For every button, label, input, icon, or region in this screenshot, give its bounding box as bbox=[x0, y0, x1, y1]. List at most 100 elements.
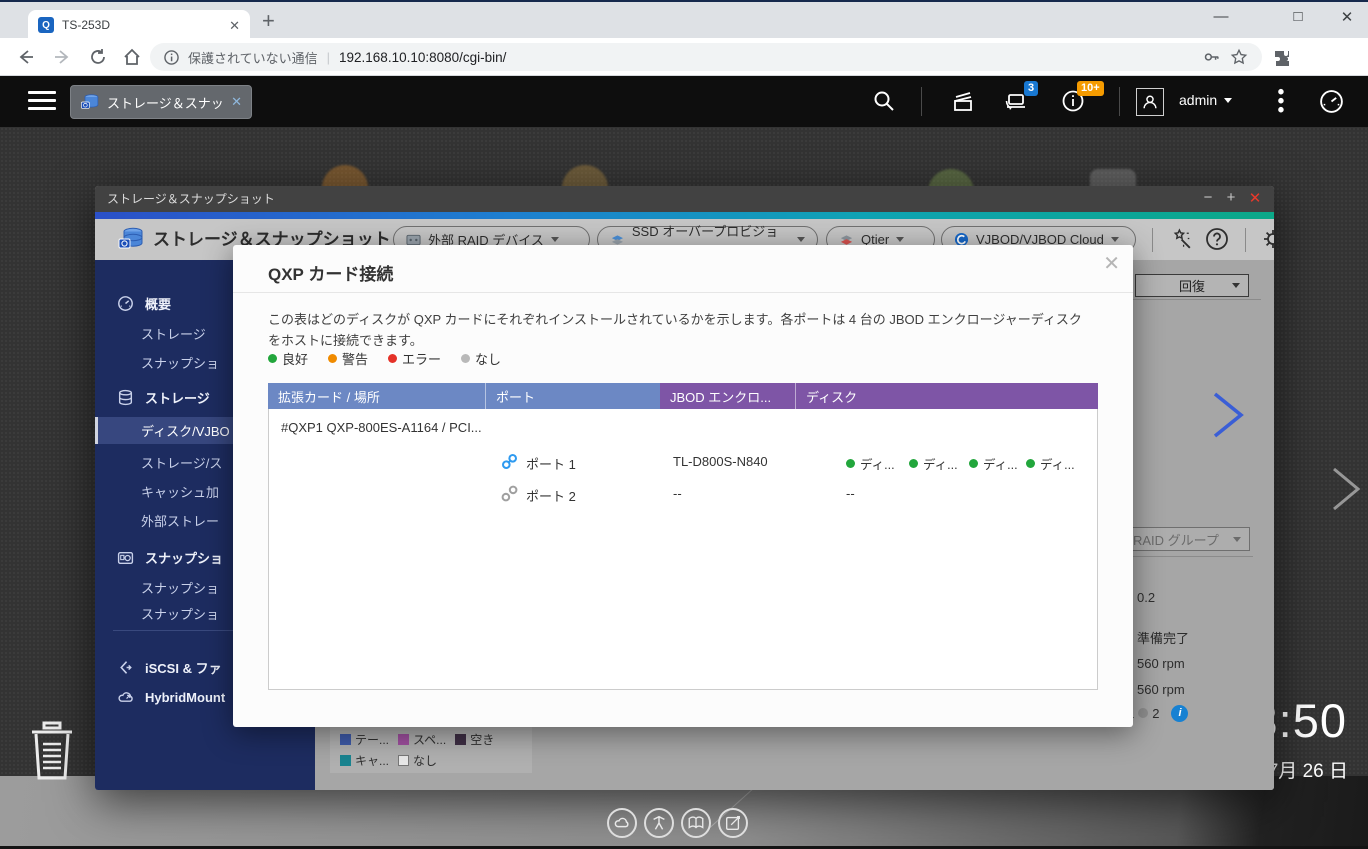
sidebar-label: ストレージ/ス bbox=[141, 453, 222, 472]
open-app-tab-label: ストレージ＆スナッ... bbox=[107, 93, 224, 112]
legend-label: なし bbox=[413, 752, 437, 769]
home-icon[interactable] bbox=[122, 47, 142, 67]
snapshot-camera-icon bbox=[117, 549, 134, 566]
titlebar-gradient bbox=[95, 212, 1274, 219]
window-titlebar[interactable]: ストレージ＆スナップショット − + ✕ bbox=[95, 186, 1274, 212]
hybridmount-cloud-icon bbox=[117, 689, 134, 706]
user-menu[interactable]: admin bbox=[1179, 92, 1232, 108]
sidebar-label: ストレージ bbox=[141, 324, 206, 343]
disk-label: ディ... bbox=[923, 454, 958, 473]
next-page-arrow-icon[interactable] bbox=[1207, 390, 1249, 440]
legend-item: スペ... bbox=[398, 731, 446, 748]
myqnapcloud-icon[interactable] bbox=[607, 808, 637, 838]
legend-label: 警告 bbox=[342, 349, 368, 368]
column-card[interactable]: 拡張カード / 場所 bbox=[268, 383, 485, 409]
port1-name: ポート 1 bbox=[526, 454, 576, 473]
disk-label: ディ... bbox=[983, 454, 1018, 473]
sidebar-label: スナップショ bbox=[141, 578, 219, 597]
disk-number: 2 bbox=[1152, 706, 1159, 721]
port2-jbod: -- bbox=[673, 486, 682, 501]
column-disk[interactable]: ディスク bbox=[795, 383, 1098, 409]
settings-gear-icon[interactable] bbox=[1261, 227, 1274, 251]
topbar-divider bbox=[1119, 87, 1120, 116]
chevron-down-icon bbox=[551, 237, 559, 242]
window-title: ストレージ＆スナップショット bbox=[107, 186, 275, 212]
reload-icon[interactable] bbox=[88, 47, 108, 67]
chevron-down-icon bbox=[1224, 98, 1232, 103]
search-icon[interactable] bbox=[872, 89, 896, 113]
column-port[interactable]: ポート bbox=[485, 383, 660, 409]
legend-item: 警告 bbox=[328, 349, 368, 368]
link-disconnected-icon bbox=[501, 485, 518, 502]
storage-app-icon bbox=[80, 92, 100, 112]
raid-device-icon bbox=[406, 234, 421, 246]
desktop-next-arrow-icon[interactable] bbox=[1326, 465, 1366, 513]
disk-good-dot bbox=[1026, 459, 1035, 468]
recover-dropdown[interactable]: 回復 bbox=[1135, 274, 1249, 297]
chevron-down-icon bbox=[1111, 237, 1119, 242]
new-tab-button[interactable]: + bbox=[262, 8, 275, 34]
window-close-icon[interactable]: ✕ bbox=[1330, 8, 1364, 26]
help-icon[interactable] bbox=[1205, 227, 1229, 251]
raid-group-label: RAID グループ bbox=[1133, 530, 1219, 549]
bookmark-star-icon[interactable] bbox=[1230, 48, 1248, 66]
sidebar-label: 外部ストレー bbox=[141, 511, 219, 530]
feedback-icon[interactable] bbox=[718, 808, 748, 838]
sidebar-label: スナップショ bbox=[141, 353, 219, 372]
disk-cell: ディ... bbox=[969, 454, 1018, 473]
none-dot bbox=[461, 354, 470, 363]
storage-snapshots-window: ストレージ＆スナップショット − + ✕ ストレージ＆スナップショット 外部 R… bbox=[95, 186, 1274, 790]
legend-label: スペ... bbox=[413, 731, 446, 748]
recycle-bin-icon[interactable] bbox=[26, 720, 78, 782]
dashboard-gauge-icon[interactable] bbox=[1318, 88, 1345, 115]
legend-label: 空き bbox=[470, 731, 494, 748]
sidebar-label: スナップショ bbox=[141, 604, 219, 623]
password-key-icon[interactable] bbox=[1203, 48, 1221, 66]
app-close-icon[interactable]: ✕ bbox=[1245, 189, 1265, 207]
chevron-down-icon bbox=[797, 237, 805, 242]
window-maximize-icon[interactable]: □ bbox=[1281, 8, 1315, 25]
url-field[interactable]: 保護されていない通信 | 192.168.10.10:8080/cgi-bin/ bbox=[150, 43, 1262, 71]
screen: Q TS-253D ✕ + — □ ✕ 保護されていない通信 | 192.168… bbox=[0, 0, 1368, 849]
legend-chip-cache bbox=[340, 755, 351, 766]
forward-icon[interactable] bbox=[52, 47, 72, 67]
disk-cell: ディ... bbox=[909, 454, 958, 473]
port2-name: ポート 2 bbox=[526, 486, 576, 505]
info-icon[interactable]: i bbox=[1171, 705, 1188, 722]
recover-label: 回復 bbox=[1179, 276, 1205, 295]
site-info-icon[interactable] bbox=[164, 50, 179, 65]
overview-gauge-icon bbox=[117, 295, 134, 312]
port2-disk: -- bbox=[846, 486, 855, 501]
smart-wizard-wand-icon[interactable] bbox=[1169, 227, 1194, 252]
port1-jbod: TL-D800S-N840 bbox=[673, 454, 768, 469]
app-maximize-icon[interactable]: + bbox=[1221, 189, 1241, 206]
disk-cell: ディ... bbox=[846, 454, 895, 473]
main-menu-icon[interactable] bbox=[28, 91, 56, 115]
window-minimize-icon[interactable]: — bbox=[1204, 8, 1238, 25]
background-tasks-icon[interactable] bbox=[950, 88, 976, 114]
notification-badge: 3 bbox=[1024, 81, 1038, 96]
help-book-icon[interactable] bbox=[681, 808, 711, 838]
app-minimize-icon[interactable]: − bbox=[1198, 189, 1218, 206]
open-app-tab[interactable]: ストレージ＆スナッ... ✕ bbox=[70, 85, 252, 119]
storage-disks-icon bbox=[117, 389, 134, 406]
tab-close-icon[interactable]: ✕ bbox=[229, 19, 240, 32]
error-dot bbox=[388, 354, 397, 363]
extensions-puzzle-icon[interactable] bbox=[1272, 48, 1292, 68]
browser-tab[interactable]: Q TS-253D ✕ bbox=[28, 10, 250, 40]
more-options-icon[interactable]: ••• bbox=[1276, 88, 1286, 115]
browser-tab-strip: Q TS-253D ✕ + — □ ✕ bbox=[0, 0, 1368, 38]
legend-label: 良好 bbox=[282, 349, 308, 368]
disk-good-dot bbox=[846, 459, 855, 468]
disk-good-dot bbox=[969, 459, 978, 468]
back-icon[interactable] bbox=[16, 47, 36, 67]
legend-item: キャ... bbox=[340, 752, 389, 769]
utilities-icon[interactable] bbox=[644, 808, 674, 838]
qts-topbar: ストレージ＆スナッ... ✕ 3 10+ admin ••• bbox=[0, 76, 1368, 127]
user-avatar-icon[interactable] bbox=[1136, 88, 1164, 116]
disk-good-dot bbox=[909, 459, 918, 468]
app-tab-close-icon[interactable]: ✕ bbox=[231, 94, 242, 110]
dialog-close-icon[interactable]: ✕ bbox=[1103, 251, 1120, 276]
security-label: 保護されていない通信 bbox=[188, 48, 318, 67]
column-jbod[interactable]: JBOD エンクロ... bbox=[660, 383, 795, 409]
